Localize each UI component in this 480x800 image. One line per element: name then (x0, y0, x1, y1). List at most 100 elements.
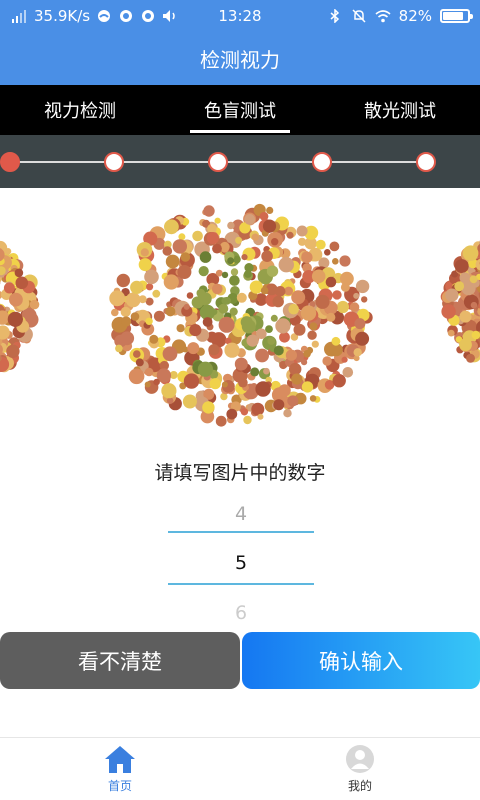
plate-dot (466, 353, 475, 363)
battery-fill (443, 12, 463, 20)
picker-option-selected[interactable]: 5 (168, 552, 314, 574)
plate-dot (349, 302, 360, 312)
plate-dot (203, 205, 215, 217)
plate-dot (361, 296, 368, 303)
plate-dot (189, 324, 202, 337)
plate-dot (140, 248, 149, 257)
step-progress (0, 135, 480, 188)
step-dot-2 (104, 152, 124, 172)
plate-dot (202, 317, 213, 327)
plate-dot (240, 408, 249, 416)
plate-dot (447, 329, 455, 337)
page-title: 检测视力 (0, 32, 480, 85)
plate-dot (354, 318, 366, 330)
plate-dot (263, 367, 270, 375)
plate-dot (301, 359, 308, 366)
plate-dot (255, 348, 269, 363)
plate-dot (111, 308, 119, 317)
plate-dot (197, 361, 213, 377)
picker-divider-bottom (168, 583, 314, 585)
plate-dot (215, 415, 227, 427)
plate-dot (459, 310, 472, 323)
plate-dot (315, 294, 330, 309)
plate-dot (273, 345, 284, 356)
number-picker[interactable]: 4 5 6 (168, 495, 314, 630)
plate-dot (164, 219, 179, 235)
plate-dot (301, 251, 313, 263)
plate-dot (165, 254, 180, 269)
picker-option-previous[interactable]: 4 (168, 503, 314, 525)
plate-carousel[interactable] (0, 188, 480, 448)
plate-dot (144, 381, 151, 388)
plate-dot (177, 265, 192, 279)
plate-dot (309, 395, 317, 402)
plate-dot (261, 250, 273, 262)
plate-dot (275, 318, 291, 334)
plate-dot (215, 269, 223, 277)
cannot-see-button[interactable]: 看不清楚 (0, 632, 240, 689)
step-dot-4 (312, 152, 332, 172)
status-right: 82% (327, 7, 473, 25)
plate-dot (227, 221, 235, 230)
plate-dot (120, 306, 131, 317)
plate-dot (186, 292, 194, 299)
plate-dot (339, 255, 351, 267)
nav-home-label: 首页 (107, 779, 132, 793)
plate-dot (152, 289, 161, 298)
plate-dot (322, 356, 332, 366)
plate-dot (236, 292, 247, 303)
nav-profile-label: 我的 (347, 779, 372, 793)
plate-dot (144, 367, 154, 377)
plate-dot (120, 331, 135, 346)
battery-icon (440, 9, 473, 23)
plate-dot (238, 377, 248, 388)
plate-dot (180, 252, 191, 262)
step-dot-5 (416, 152, 436, 172)
plate-dot (148, 270, 159, 281)
plate-dot (121, 316, 132, 327)
nav-home[interactable]: 首页 (0, 738, 240, 800)
picker-option-next[interactable]: 6 (168, 602, 314, 624)
bluetooth-icon (330, 9, 339, 23)
plate-dot (227, 257, 234, 265)
tab-color-blind-test[interactable]: 色盲测试 (160, 85, 320, 135)
plate-dot (325, 276, 337, 288)
plate-dot (353, 348, 362, 357)
plate-dot (260, 286, 269, 295)
tab-bar: 视力检测 色盲测试 散光测试 (0, 85, 480, 135)
plate-dot (251, 402, 265, 416)
user-avatar-icon (346, 745, 374, 773)
plate-dot (163, 274, 179, 290)
plate-dot (15, 276, 29, 290)
plate-dot (255, 381, 271, 397)
instruction-text: 请填写图片中的数字 (154, 462, 326, 484)
plate-dot (125, 292, 141, 308)
tab-vision-test[interactable]: 视力检测 (0, 85, 160, 135)
plate-dot (221, 381, 228, 388)
plate-dot (230, 268, 239, 276)
plate-dot (303, 350, 311, 358)
plate-dot (270, 314, 278, 322)
plate-dot (241, 254, 248, 261)
plate-dot (246, 334, 259, 347)
plate-dot (14, 268, 24, 278)
plate-dot (208, 344, 220, 356)
plate-dot (454, 281, 465, 292)
plate-dot (165, 306, 176, 317)
confirm-input-button[interactable]: 确认输入 (242, 632, 480, 689)
plate-dot (187, 342, 200, 355)
nav-profile[interactable]: 我的 (240, 738, 480, 800)
plate-dot (284, 286, 293, 296)
plate-dot (218, 303, 229, 314)
plate-dot (459, 338, 472, 352)
plate-dot (307, 330, 317, 340)
plate-dot (278, 384, 291, 397)
tab-astigmatism-test[interactable]: 散光测试 (320, 85, 480, 135)
plate-dot (445, 288, 459, 302)
plate-dot (183, 373, 200, 389)
plate-dot (336, 300, 349, 314)
plate-dot (470, 301, 478, 309)
plate-dot (331, 336, 341, 346)
plate-dot (353, 292, 360, 299)
color-plate-next (440, 240, 480, 363)
